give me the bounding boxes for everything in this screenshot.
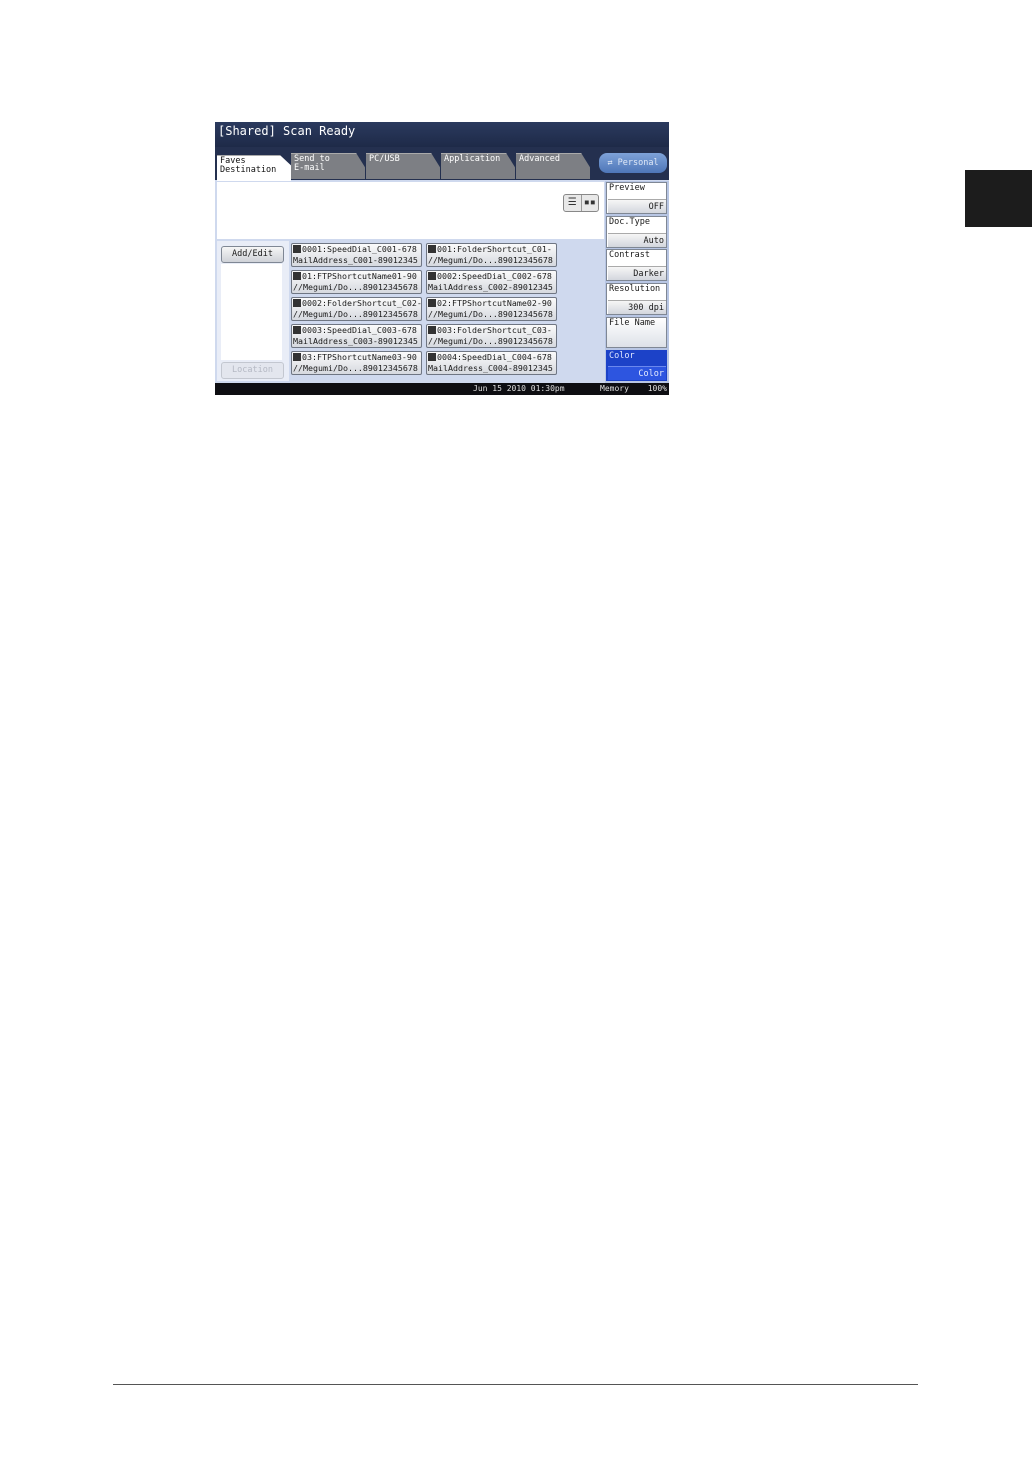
entry-name: 0001:SpeedDial_C001-678 [302,244,417,254]
email-icon [293,245,301,253]
contrast-setting-button[interactable]: Contrast Darker [606,249,667,281]
ftp-icon [428,299,436,307]
entry-address: //Megumi/Do...89012345678 [428,309,553,319]
entry-name: 02:FTPShortcutName02-90 [437,298,552,308]
tab-label: Advanced [519,154,560,164]
entry-name: 0002:FolderShortcut_C02- [302,298,422,308]
entry-name: 0004:SpeedDial_C004-678 [437,352,552,362]
entry-address: //Megumi/Do...89012345678 [293,282,418,292]
favorite-entry[interactable]: 02:FTPShortcutName02-90 //Megumi/Do...89… [426,297,557,321]
tab-application[interactable]: Application [441,153,515,179]
ftp-icon [293,353,301,361]
setting-value: Auto [608,233,666,247]
favorite-entry[interactable]: 03:FTPShortcutName03-90 //Megumi/Do...89… [291,351,422,375]
entry-address: MailAddress_C003-89012345 [293,336,418,346]
tab-advanced[interactable]: Advanced [516,153,590,179]
tab-send-to-email[interactable]: Send to E-mail [291,153,365,179]
tab-faves-destination[interactable]: Faves Destination [217,155,291,181]
setting-value: 300 dpi [608,300,666,314]
setting-label: Resolution [609,284,661,294]
setting-label: Contrast [609,250,650,260]
device-screen: [Shared] Scan Ready Faves Destination Se… [215,122,669,395]
memory-label: Memory [600,384,629,393]
screen-title: [Shared] Scan Ready [215,122,669,147]
index-list [221,264,282,360]
entry-name: 003:FolderShortcut_C03- [437,325,552,335]
entry-name: 001:FolderShortcut_C01- [437,244,552,254]
tab-label: Application [444,154,501,164]
status-bar: Jun 15 2010 01:30pm Memory 100% [215,383,669,395]
add-edit-button[interactable]: Add/Edit [221,246,284,263]
favorite-entry[interactable]: 001:FolderShortcut_C01- //Megumi/Do...89… [426,243,557,267]
entry-address: //Megumi/Do...89012345678 [428,336,553,346]
folder-icon [293,299,301,307]
preview-setting-button[interactable]: Preview OFF [606,182,667,214]
favorites-grid: 0001:SpeedDial_C001-678 MailAddress_C001… [291,243,603,379]
entry-address: //Megumi/Do...89012345678 [293,363,418,373]
folder-icon [428,326,436,334]
color-setting-button[interactable]: Color Color [606,350,667,381]
folder-icon [428,245,436,253]
grid-view-icon[interactable]: ▪▪ [582,195,599,211]
setting-value: Color [608,366,666,380]
entry-address: MailAddress_C002-89012345 [428,282,553,292]
tab-label: E-mail [294,163,325,174]
entry-address: //Megumi/Do...89012345678 [293,309,418,319]
email-icon [428,272,436,280]
status-datetime: Jun 15 2010 01:30pm [473,384,565,393]
file-name-setting-button[interactable]: File Name [606,317,667,348]
setting-label: Preview [609,183,645,193]
tab-label: Destination [220,165,277,176]
entry-name: 01:FTPShortcutName01-90 [302,271,417,281]
email-icon [428,353,436,361]
entry-name: 03:FTPShortcutName03-90 [302,352,417,362]
memory-value: 100% [647,384,667,393]
resolution-setting-button[interactable]: Resolution 300 dpi [606,283,667,315]
list-view-icon[interactable]: ☰ [564,195,582,211]
destination-display [217,182,604,239]
tab-pc-usb[interactable]: PC/USB [366,153,440,179]
favorite-entry[interactable]: 01:FTPShortcutName01-90 //Megumi/Do...89… [291,270,422,294]
entry-name: 0002:SpeedDial_C002-678 [437,271,552,281]
setting-label: File Name [609,318,656,328]
tab-label: PC/USB [369,154,400,164]
favorite-entry[interactable]: 0004:SpeedDial_C004-678 MailAddress_C004… [426,351,557,375]
setting-value: OFF [608,199,666,213]
setting-label: Color [609,351,635,361]
footer-rule [113,1384,918,1385]
favorite-entry[interactable]: 0002:SpeedDial_C002-678 MailAddress_C002… [426,270,557,294]
favorite-entry[interactable]: 0003:SpeedDial_C003-678 MailAddress_C003… [291,324,422,348]
favorite-entry[interactable]: 0002:FolderShortcut_C02- //Megumi/Do...8… [291,297,422,321]
favorite-entry[interactable]: 0001:SpeedDial_C001-678 MailAddress_C001… [291,243,422,267]
setting-value: Darker [608,266,666,280]
entry-name: 0003:SpeedDial_C003-678 [302,325,417,335]
swap-arrows-icon: ⇄ [607,158,613,168]
doc-type-setting-button[interactable]: Doc.Type Auto [606,216,667,248]
entry-address: //Megumi/Do...89012345678 [428,255,553,265]
setting-label: Doc.Type [609,217,650,227]
entry-address: MailAddress_C004-89012345 [428,363,553,373]
view-toggle[interactable]: ☰ ▪▪ [563,194,599,212]
favorite-entry[interactable]: 003:FolderShortcut_C03- //Megumi/Do...89… [426,324,557,348]
personal-button-label: Personal [617,158,659,168]
location-button[interactable]: Location [221,362,284,379]
ftp-icon [293,272,301,280]
personal-button[interactable]: ⇄ Personal [599,153,667,173]
email-icon [293,326,301,334]
chapter-tab-marker [965,170,1032,227]
entry-address: MailAddress_C001-89012345 [293,255,418,265]
